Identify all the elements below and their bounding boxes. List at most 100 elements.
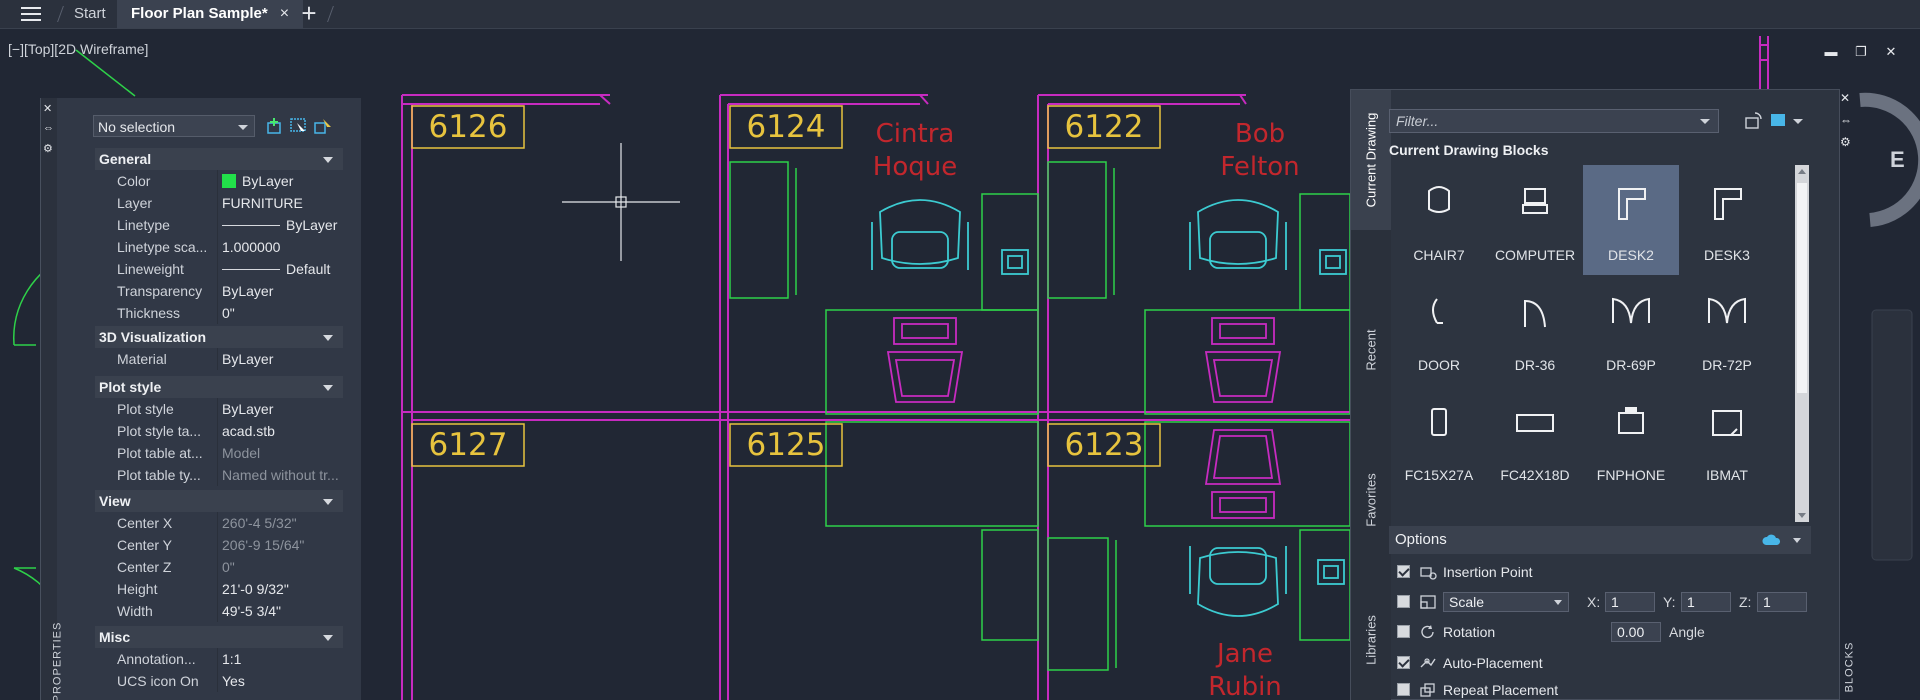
toggle-pickadd-icon[interactable] bbox=[265, 117, 285, 135]
property-row[interactable]: Plot table ty... Named without tr... bbox=[95, 464, 343, 486]
scale-mode-dropdown[interactable]: Scale bbox=[1443, 592, 1569, 612]
block-filter-input[interactable]: Filter... bbox=[1389, 109, 1719, 133]
block-name: FNPHONE bbox=[1596, 467, 1666, 483]
property-row[interactable]: Color ByLayer bbox=[95, 170, 343, 192]
scale-z-input[interactable]: 1 bbox=[1757, 592, 1807, 612]
block-item-door[interactable]: DOOR bbox=[1391, 275, 1487, 385]
scroll-down-icon[interactable] bbox=[1798, 513, 1806, 518]
block-thumbnail-grid: CHAIR7 COMPUTER DESK2 DESK3 DOOR DR-36 DR-69P D… bbox=[1391, 165, 1775, 515]
file-cabinet-icon bbox=[1516, 414, 1554, 432]
section-plot-style[interactable]: Plot style bbox=[95, 376, 343, 398]
section-misc[interactable]: Misc bbox=[95, 626, 343, 648]
property-row[interactable]: Linetype sca... 1.000000 bbox=[95, 236, 343, 258]
property-row[interactable]: Center Y 206'-9 15/64" bbox=[95, 534, 343, 556]
room-number-6122: 6122 bbox=[1064, 109, 1144, 145]
auto-placement-checkbox[interactable] bbox=[1397, 656, 1410, 669]
restore-icon[interactable]: ❐ bbox=[1854, 44, 1868, 60]
block-name: DESK2 bbox=[1608, 247, 1654, 263]
property-row[interactable]: Annotation... 1:1 bbox=[95, 648, 343, 670]
property-label: Lineweight bbox=[117, 261, 184, 277]
property-row[interactable]: Plot style ta... acad.stb bbox=[95, 420, 343, 442]
minimize-icon[interactable]: ▬ bbox=[1824, 44, 1838, 60]
property-value: 21'-0 9/32" bbox=[217, 578, 346, 600]
scale-checkbox[interactable] bbox=[1397, 595, 1410, 608]
cloud-settings-icon[interactable] bbox=[1761, 532, 1783, 548]
scale-y-input[interactable]: 1 bbox=[1681, 592, 1731, 612]
property-label: Layer bbox=[117, 195, 153, 211]
property-row[interactable]: Plot table at... Model bbox=[95, 442, 343, 464]
property-row[interactable]: Linetype ByLayer bbox=[95, 214, 343, 236]
chevron-down-icon bbox=[1554, 600, 1562, 605]
block-item-dr-36[interactable]: DR-36 bbox=[1487, 275, 1583, 385]
occupant-name: Bob Felton bbox=[1205, 118, 1315, 184]
auto-placement-icon bbox=[1420, 658, 1436, 668]
auto-hide-icon[interactable]: ⇔ bbox=[43, 122, 54, 134]
property-row[interactable]: UCS icon On Yes bbox=[95, 670, 343, 692]
section-view[interactable]: View bbox=[95, 490, 343, 512]
tab-recent[interactable]: Recent bbox=[1351, 300, 1391, 400]
block-item-fc15x27a[interactable]: FC15X27A bbox=[1391, 385, 1487, 495]
tab-favorites[interactable]: Favorites bbox=[1351, 450, 1391, 550]
double-door-icon bbox=[1612, 297, 1650, 324]
thumbnail-view-icon[interactable] bbox=[1769, 111, 1803, 131]
option-label: Insertion Point bbox=[1443, 564, 1533, 580]
property-row[interactable]: Lineweight Default bbox=[95, 258, 343, 280]
block-item-chair7[interactable]: CHAIR7 bbox=[1391, 165, 1487, 275]
value-text: ByLayer bbox=[242, 173, 294, 189]
scale-z-label: Z: bbox=[1739, 594, 1752, 610]
options-header[interactable]: Options bbox=[1389, 526, 1811, 554]
property-value: 1:1 bbox=[217, 648, 346, 670]
property-label: Center Y bbox=[117, 537, 172, 553]
mat-icon bbox=[1712, 410, 1742, 436]
property-label: UCS icon On bbox=[117, 673, 199, 689]
block-item-dr-72p[interactable]: DR-72P bbox=[1679, 275, 1775, 385]
section-title: View bbox=[99, 493, 131, 509]
close-palette-icon[interactable]: ✕ bbox=[43, 102, 52, 115]
block-item-desk2[interactable]: DESK2 bbox=[1583, 165, 1679, 275]
chevron-down-icon[interactable] bbox=[1793, 538, 1801, 543]
block-item-fc42x18d[interactable]: FC42X18D bbox=[1487, 385, 1583, 495]
block-item-computer[interactable]: COMPUTER bbox=[1487, 165, 1583, 275]
import-blocks-icon[interactable] bbox=[1743, 111, 1763, 131]
insertion-point-checkbox[interactable] bbox=[1397, 565, 1410, 578]
room-number-6127: 6127 bbox=[428, 427, 508, 463]
close-icon[interactable]: ✕ bbox=[1884, 44, 1898, 60]
property-row[interactable]: Layer FURNITURE bbox=[95, 192, 343, 214]
property-row[interactable]: Center Z 0" bbox=[95, 556, 343, 578]
property-row[interactable]: Thickness 0" bbox=[95, 302, 343, 324]
viewport-controls-label[interactable]: [−][Top][2D Wireframe] bbox=[8, 41, 148, 57]
property-row[interactable]: Plot style ByLayer bbox=[95, 398, 343, 420]
property-row[interactable]: Width 49'-5 3/4" bbox=[95, 600, 343, 622]
block-item-ibmat[interactable]: IBMAT bbox=[1679, 385, 1775, 495]
section-general[interactable]: General bbox=[95, 148, 343, 170]
tab-current-drawing[interactable]: Current Drawing bbox=[1351, 90, 1391, 230]
property-row[interactable]: Height 21'-0 9/32" bbox=[95, 578, 343, 600]
close-palette-icon[interactable]: ✕ bbox=[1840, 91, 1850, 105]
palette-settings-icon[interactable]: ⚙ bbox=[1840, 135, 1851, 149]
quick-select-icon[interactable] bbox=[313, 117, 333, 135]
section-3d-visualization[interactable]: 3D Visualization bbox=[95, 326, 343, 348]
property-row[interactable]: Transparency ByLayer bbox=[95, 280, 343, 302]
repeat-placement-checkbox[interactable] bbox=[1397, 683, 1410, 696]
select-objects-icon[interactable] bbox=[289, 117, 309, 135]
desk-icon bbox=[1618, 188, 1646, 220]
rotation-angle-input[interactable]: 0.00 bbox=[1611, 622, 1661, 642]
property-row[interactable]: Center X 260'-4 5/32" bbox=[95, 512, 343, 534]
blocks-scrollbar[interactable] bbox=[1795, 165, 1809, 522]
blocks-palette-title: BLOCKS bbox=[1843, 641, 1856, 693]
chevron-down-icon bbox=[238, 125, 248, 130]
scroll-up-icon[interactable] bbox=[1798, 169, 1806, 174]
scrollbar-thumb[interactable] bbox=[1797, 183, 1807, 393]
block-item-dr-69p[interactable]: DR-69P bbox=[1583, 275, 1679, 385]
auto-hide-icon[interactable]: ⇔ bbox=[1840, 113, 1852, 127]
palette-settings-icon[interactable]: ⚙ bbox=[43, 142, 53, 155]
selection-dropdown[interactable]: No selection bbox=[93, 115, 255, 137]
block-item-desk3[interactable]: DESK3 bbox=[1679, 165, 1775, 275]
tab-libraries[interactable]: Libraries bbox=[1351, 590, 1391, 690]
scale-x-input[interactable]: 1 bbox=[1605, 592, 1655, 612]
tab-label: Favorites bbox=[1363, 473, 1379, 527]
rotation-checkbox[interactable] bbox=[1397, 625, 1410, 638]
property-row[interactable]: Material ByLayer bbox=[95, 348, 343, 370]
property-label: Linetype bbox=[117, 217, 170, 233]
block-item-fnphone[interactable]: FNPHONE bbox=[1583, 385, 1679, 495]
